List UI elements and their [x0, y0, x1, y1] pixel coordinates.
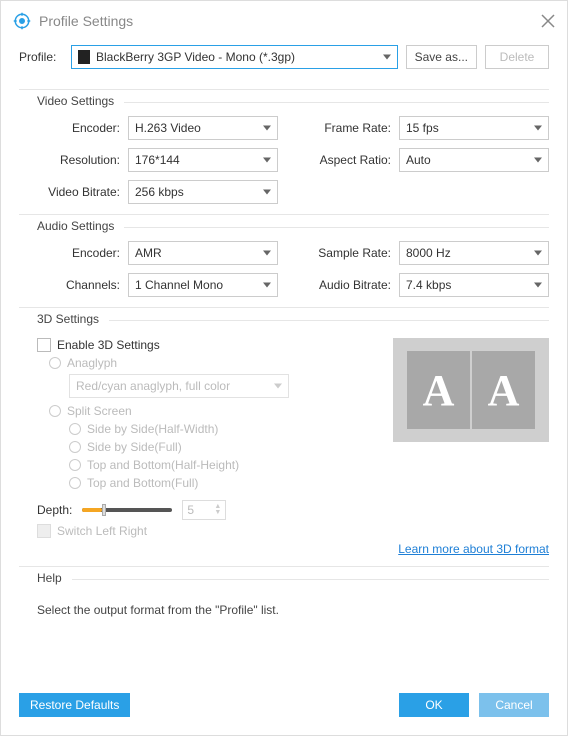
video-settings-section: Video Settings Encoder: H.263 Video Fram…: [19, 89, 549, 204]
footer: Restore Defaults OK Cancel: [1, 681, 567, 735]
channels-select[interactable]: 1 Channel Mono: [128, 273, 278, 297]
enable-3d-checkbox[interactable]: [37, 338, 51, 352]
split-opt-0-label: Side by Side(Half-Width): [87, 422, 218, 436]
divider: [109, 320, 549, 321]
chevron-down-icon: [263, 283, 271, 288]
anaglyph-select: Red/cyan anaglyph, full color: [69, 374, 289, 398]
switch-lr-checkbox: [37, 524, 51, 538]
chevron-down-icon: [263, 158, 271, 163]
split-opt-1-radio: [69, 441, 81, 453]
device-icon: [78, 50, 90, 64]
3d-preview: AA: [393, 338, 549, 442]
3d-settings-title: 3D Settings: [37, 312, 99, 326]
chevron-down-icon: [263, 190, 271, 195]
audio-bitrate-label: Audio Bitrate:: [294, 278, 399, 292]
audio-bitrate-select[interactable]: 7.4 kbps: [399, 273, 549, 297]
delete-button: Delete: [485, 45, 549, 69]
split-opt-2-label: Top and Bottom(Half-Height): [87, 458, 239, 472]
audio-encoder-label: Encoder:: [23, 246, 128, 260]
restore-defaults-button[interactable]: Restore Defaults: [19, 693, 130, 717]
app-icon: [13, 12, 31, 30]
frame-rate-select[interactable]: 15 fps: [399, 116, 549, 140]
split-opt-2-radio: [69, 459, 81, 471]
learn-3d-link[interactable]: Learn more about 3D format: [398, 542, 549, 556]
anaglyph-label: Anaglyph: [67, 356, 117, 370]
chevron-down-icon: [383, 55, 391, 60]
video-bitrate-label: Video Bitrate:: [23, 185, 128, 199]
video-encoder-select[interactable]: H.263 Video: [128, 116, 278, 140]
video-bitrate-select[interactable]: 256 kbps: [128, 180, 278, 204]
profile-row: Profile: BlackBerry 3GP Video - Mono (*.…: [1, 41, 567, 79]
anaglyph-radio: [49, 357, 61, 369]
window-title: Profile Settings: [39, 13, 541, 29]
aspect-ratio-select[interactable]: Auto: [399, 148, 549, 172]
channels-label: Channels:: [23, 278, 128, 292]
profile-label: Profile:: [19, 50, 63, 64]
spinner-arrows-icon: ▲▼: [214, 504, 221, 516]
title-bar: Profile Settings: [1, 1, 567, 41]
chevron-down-icon: [263, 251, 271, 256]
profile-value: BlackBerry 3GP Video - Mono (*.3gp): [96, 50, 295, 64]
depth-label: Depth:: [37, 503, 72, 517]
close-icon[interactable]: [541, 14, 555, 28]
chevron-down-icon: [274, 384, 282, 389]
ok-button[interactable]: OK: [399, 693, 469, 717]
divider: [124, 102, 549, 103]
split-opt-3-radio: [69, 477, 81, 489]
profile-dropdown[interactable]: BlackBerry 3GP Video - Mono (*.3gp): [71, 45, 398, 69]
chevron-down-icon: [534, 283, 542, 288]
resolution-select[interactable]: 176*144: [128, 148, 278, 172]
split-screen-label: Split Screen: [67, 404, 132, 418]
audio-encoder-select[interactable]: AMR: [128, 241, 278, 265]
depth-slider[interactable]: [82, 508, 172, 512]
depth-spinner: 5 ▲▼: [182, 500, 226, 520]
audio-settings-title: Audio Settings: [37, 219, 114, 233]
divider: [72, 579, 549, 580]
cancel-button[interactable]: Cancel: [479, 693, 549, 717]
aspect-ratio-label: Aspect Ratio:: [294, 153, 399, 167]
split-opt-3-label: Top and Bottom(Full): [87, 476, 198, 490]
chevron-down-icon: [534, 126, 542, 131]
video-encoder-label: Encoder:: [23, 121, 128, 135]
3d-settings-section: 3D Settings Enable 3D Settings Anaglyph …: [19, 307, 549, 556]
audio-settings-section: Audio Settings Encoder: AMR Sample Rate:…: [19, 214, 549, 297]
split-screen-radio: [49, 405, 61, 417]
chevron-down-icon: [534, 158, 542, 163]
help-section: Help Select the output format from the "…: [19, 566, 549, 617]
switch-lr-label: Switch Left Right: [57, 524, 147, 538]
split-opt-1-label: Side by Side(Full): [87, 440, 182, 454]
sample-rate-label: Sample Rate:: [294, 246, 399, 260]
help-title: Help: [37, 571, 62, 585]
save-as-button[interactable]: Save as...: [406, 45, 477, 69]
enable-3d-label: Enable 3D Settings: [57, 338, 160, 352]
help-text: Select the output format from the "Profi…: [37, 603, 549, 617]
video-settings-title: Video Settings: [37, 94, 114, 108]
frame-rate-label: Frame Rate:: [294, 121, 399, 135]
chevron-down-icon: [534, 251, 542, 256]
split-opt-0-radio: [69, 423, 81, 435]
resolution-label: Resolution:: [23, 153, 128, 167]
sample-rate-select[interactable]: 8000 Hz: [399, 241, 549, 265]
chevron-down-icon: [263, 126, 271, 131]
divider: [124, 227, 549, 228]
